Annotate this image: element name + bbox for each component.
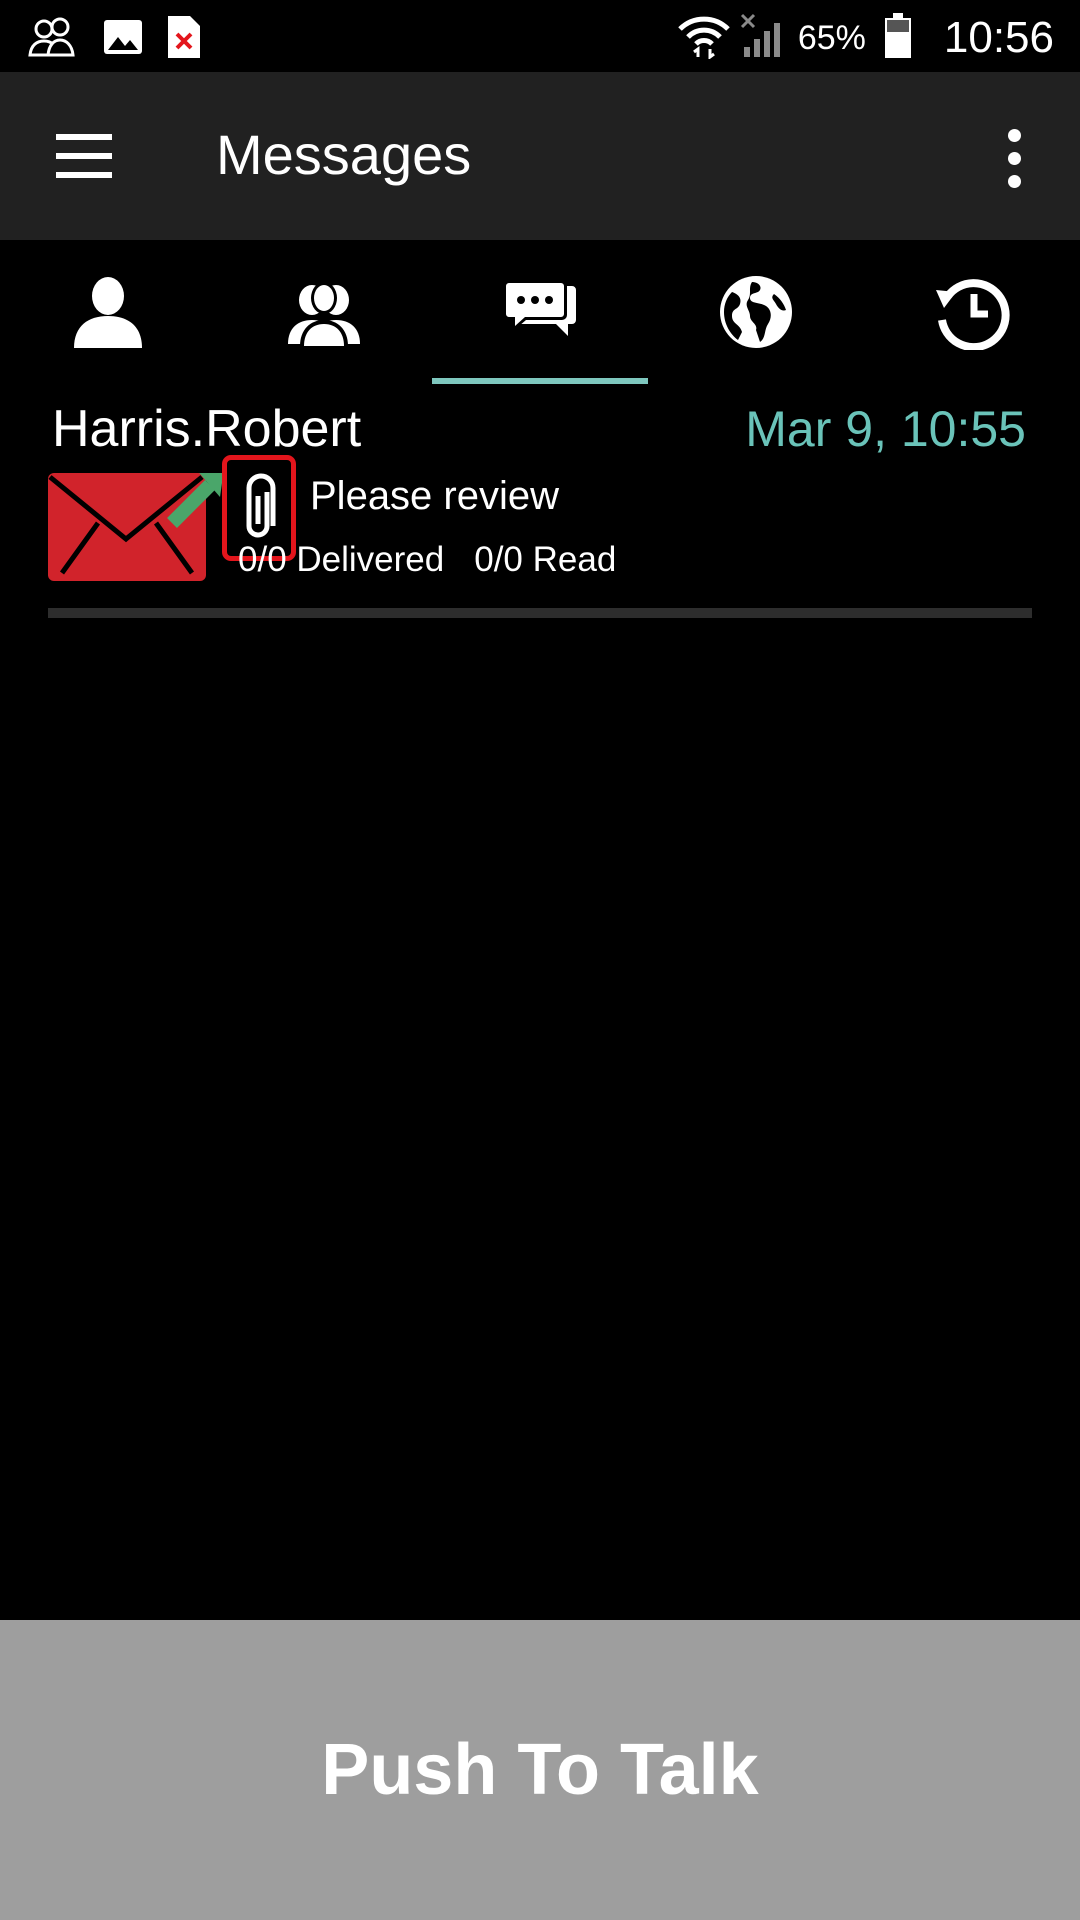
battery-percent: 65% [797,18,866,57]
wifi-icon [676,13,732,64]
tab-history[interactable] [864,240,1080,385]
push-to-talk-button[interactable]: Push To Talk [0,1620,1080,1920]
message-subject: Please review [310,474,560,518]
selected-tab-indicator [432,378,648,384]
contacts-notification-icon [26,15,80,64]
message-timestamp: Mar 9, 10:55 [745,401,1026,457]
divider [48,608,1032,618]
notification-icons [26,14,202,65]
messages-icon [502,240,578,385]
hamburger-menu-icon[interactable] [44,124,120,188]
app-bar: Messages [0,72,1080,240]
group-icon [286,240,362,385]
page-title: Messages [216,123,472,186]
delivered-count: 0/0 Delivered [238,540,445,579]
read-count: 0/0 Read [474,540,617,579]
tab-groups[interactable] [216,240,432,385]
more-vert-icon[interactable] [992,126,1040,190]
message-sender: Harris.Robert [52,400,362,458]
push-to-talk-label: Push To Talk [321,1730,759,1810]
status-bar: 65% 10:56 [0,0,1080,72]
clock: 10:56 [943,13,1054,62]
globe-icon [718,240,794,385]
tab-contacts[interactable] [0,240,216,385]
message-stats: 0/0 Delivered 0/0 Read [238,539,616,581]
outgoing-mail-icon [48,467,224,583]
system-status: 65% 10:56 [676,8,1054,68]
person-icon [70,240,146,385]
list-item[interactable]: Harris.Robert Mar 9, 10:55 Please review… [48,395,1032,620]
file-error-notification-icon [166,14,202,65]
image-notification-icon [102,16,144,63]
battery-icon [884,12,912,64]
signal-no-service-icon [740,13,790,64]
tab-messages[interactable] [432,240,648,385]
tab-bar [0,240,1080,385]
history-icon [934,240,1010,385]
tab-globe[interactable] [648,240,864,385]
